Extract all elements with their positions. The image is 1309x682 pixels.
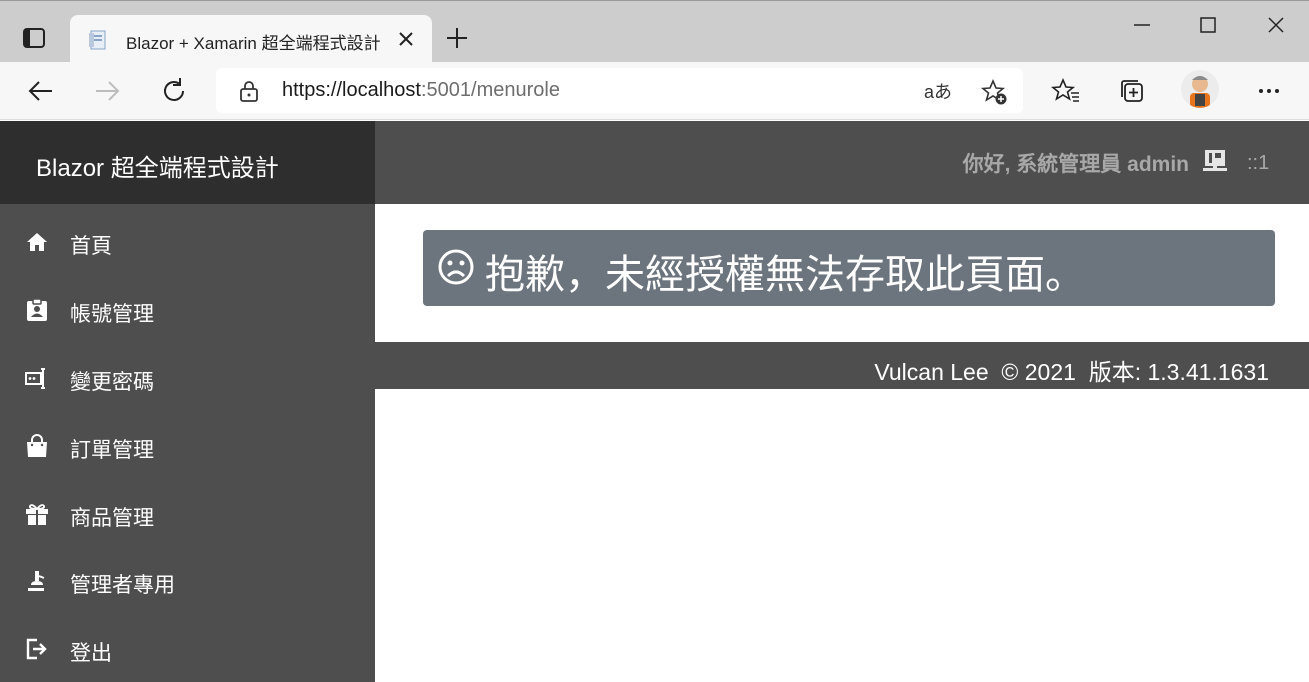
- sad-face-icon: [437, 248, 475, 286]
- sidebar-item-label: 帳號管理: [70, 303, 154, 326]
- browser-tab[interactable]: Blazor + Xamarin 超全端程式設計: [70, 15, 432, 63]
- tab-title: Blazor + Xamarin 超全端程式設計: [126, 34, 381, 53]
- sidebar-item-label: 訂單管理: [70, 439, 154, 462]
- sidebar-item-label: 管理者專用: [70, 574, 175, 597]
- address-bar[interactable]: https://localhost:5001/menurole aあ: [216, 68, 1023, 113]
- new-tab-icon[interactable]: [444, 25, 470, 51]
- connection-indicator: ::1: [1247, 152, 1270, 174]
- back-icon[interactable]: [24, 74, 58, 108]
- collections-icon[interactable]: [1115, 74, 1149, 108]
- browser-tab-strip: Blazor + Xamarin 超全端程式設計: [0, 0, 1309, 63]
- home-icon: [24, 229, 50, 255]
- logout-icon: [24, 636, 50, 662]
- sidebar-item-label: 首頁: [70, 235, 112, 258]
- sidebar-item-label: 登出: [70, 642, 112, 665]
- user-info-icon[interactable]: [1201, 147, 1229, 175]
- shopping-bag-icon: [24, 433, 50, 459]
- maximize-icon[interactable]: [1196, 13, 1220, 37]
- close-window-icon[interactable]: [1264, 13, 1288, 37]
- sidebar-item-change-password[interactable]: 變更密碼: [0, 349, 375, 409]
- sidebar-item-orders[interactable]: 訂單管理: [0, 417, 375, 477]
- unauthorized-alert: 抱歉，未經授權無法存取此頁面。: [423, 230, 1275, 306]
- tab-actions-icon[interactable]: [18, 25, 52, 53]
- sidebar-item-home[interactable]: 首頁: [0, 213, 375, 273]
- browser-toolbar: https://localhost:5001/menurole aあ: [0, 62, 1309, 120]
- sidebar-item-label: 商品管理: [70, 507, 154, 530]
- id-badge-icon: [24, 297, 50, 323]
- footer: Vulcan Lee © 2021 版本: 1.3.41.1631: [375, 342, 1309, 389]
- footer-text: Vulcan Lee © 2021 版本: 1.3.41.1631: [874, 359, 1269, 385]
- read-aloud-icon[interactable]: aあ: [924, 78, 952, 104]
- password-icon: [24, 365, 50, 391]
- sidebar-item-products[interactable]: 商品管理: [0, 485, 375, 545]
- brand-bar: Blazor 超全端程式設計: [0, 121, 375, 204]
- close-tab-icon[interactable]: [396, 29, 416, 49]
- refresh-icon[interactable]: [157, 74, 191, 108]
- gift-icon: [24, 501, 50, 527]
- sidebar-item-label: 變更密碼: [70, 371, 154, 394]
- favorites-icon[interactable]: [1049, 74, 1083, 108]
- top-bar: 你好, 系統管理員 admin ::1: [375, 121, 1309, 204]
- add-favorite-icon[interactable]: [980, 78, 1008, 106]
- sidebar-item-logout[interactable]: 登出: [0, 620, 375, 680]
- page-favicon-icon: [88, 29, 110, 51]
- forward-icon: [90, 74, 124, 108]
- user-greeting: 你好, 系統管理員 admin: [962, 153, 1189, 176]
- sidebar-item-admin[interactable]: 管理者專用: [0, 552, 375, 612]
- lock-icon[interactable]: [238, 79, 260, 103]
- alert-message: 抱歉，未經授權無法存取此頁面。: [485, 253, 1085, 297]
- brand-title[interactable]: Blazor 超全端程式設計: [36, 148, 279, 183]
- url-text: https://localhost:5001/menurole: [282, 79, 560, 102]
- profile-avatar[interactable]: [1181, 70, 1219, 108]
- sidebar: Blazor 超全端程式設計 首頁 帳號管理 變更密碼 訂單管理 商品管理 管理…: [0, 121, 375, 682]
- minimize-icon[interactable]: [1130, 13, 1154, 37]
- more-options-icon[interactable]: [1252, 74, 1286, 108]
- url-path: :5001/menurole: [420, 79, 560, 101]
- lab-icon: [24, 568, 50, 594]
- sidebar-item-accounts[interactable]: 帳號管理: [0, 281, 375, 341]
- url-host: https://localhost: [282, 79, 421, 101]
